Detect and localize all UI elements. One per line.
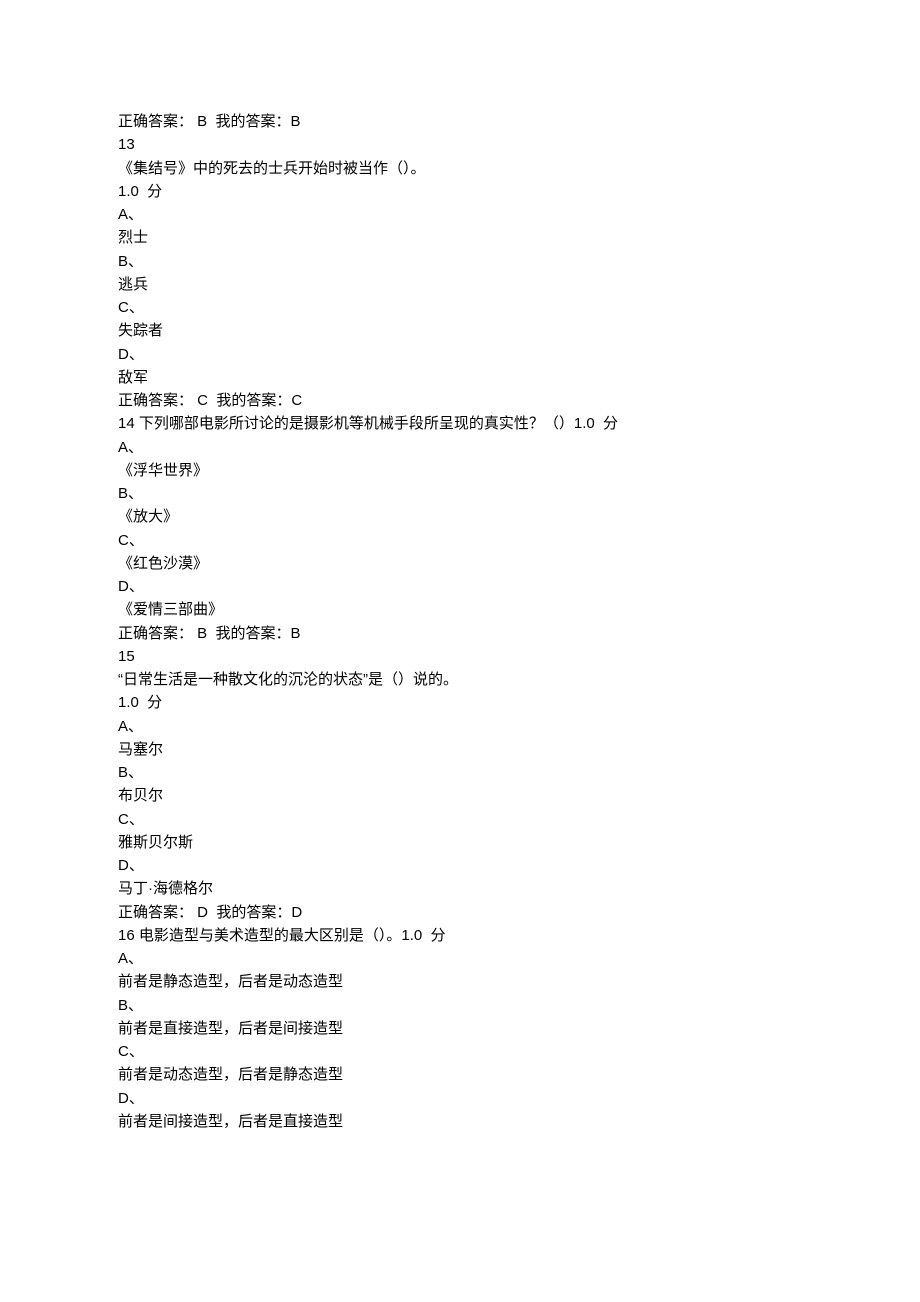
option-label: A、 xyxy=(118,715,802,738)
option-label: D、 xyxy=(118,575,802,598)
question-number: 13 xyxy=(118,133,802,156)
option-label: C、 xyxy=(118,296,802,319)
option-text: 《浮华世界》 xyxy=(118,459,802,482)
option-label: D、 xyxy=(118,854,802,877)
option-label: A、 xyxy=(118,436,802,459)
option-text: 马丁·海德格尔 xyxy=(118,877,802,900)
option-text: 《爱情三部曲》 xyxy=(118,598,802,621)
option-text: 《红色沙漠》 xyxy=(118,552,802,575)
question-text: 16 电影造型与美术造型的最大区别是（）。1.0 分 xyxy=(118,924,802,947)
option-text: 前者是直接造型，后者是间接造型 xyxy=(118,1017,802,1040)
option-text: 失踪者 xyxy=(118,319,802,342)
option-text: 前者是静态造型，后者是动态造型 xyxy=(118,970,802,993)
option-label: A、 xyxy=(118,947,802,970)
option-text: 雅斯贝尔斯 xyxy=(118,831,802,854)
option-label: D、 xyxy=(118,1087,802,1110)
option-label: B、 xyxy=(118,250,802,273)
option-text: 前者是间接造型，后者是直接造型 xyxy=(118,1110,802,1133)
option-text: 马塞尔 xyxy=(118,738,802,761)
answer-line: 正确答案： B 我的答案：B xyxy=(118,622,802,645)
question-number: 15 xyxy=(118,645,802,668)
answer-line: 正确答案： D 我的答案：D xyxy=(118,901,802,924)
option-label: C、 xyxy=(118,808,802,831)
option-text: 烈士 xyxy=(118,226,802,249)
option-text: 逃兵 xyxy=(118,273,802,296)
option-label: B、 xyxy=(118,994,802,1017)
option-label: A、 xyxy=(118,203,802,226)
score-line: 1.0 分 xyxy=(118,691,802,714)
option-text: 布贝尔 xyxy=(118,784,802,807)
option-label: D、 xyxy=(118,343,802,366)
option-label: C、 xyxy=(118,529,802,552)
option-text: 《放大》 xyxy=(118,505,802,528)
option-label: B、 xyxy=(118,761,802,784)
score-line: 1.0 分 xyxy=(118,180,802,203)
option-label: B、 xyxy=(118,482,802,505)
answer-line: 正确答案： B 我的答案：B xyxy=(118,110,802,133)
option-text: 敌军 xyxy=(118,366,802,389)
document-page: 正确答案： B 我的答案：B 13 《集结号》中的死去的士兵开始时被当作（）。 … xyxy=(0,0,920,1302)
question-text: 《集结号》中的死去的士兵开始时被当作（）。 xyxy=(118,157,802,180)
question-text: 14 下列哪部电影所讨论的是摄影机等机械手段所呈现的真实性？（）1.0 分 xyxy=(118,412,802,435)
option-label: C、 xyxy=(118,1040,802,1063)
option-text: 前者是动态造型，后者是静态造型 xyxy=(118,1063,802,1086)
answer-line: 正确答案： C 我的答案：C xyxy=(118,389,802,412)
question-text: “日常生活是一种散文化的沉沦的状态”是（）说的。 xyxy=(118,668,802,691)
